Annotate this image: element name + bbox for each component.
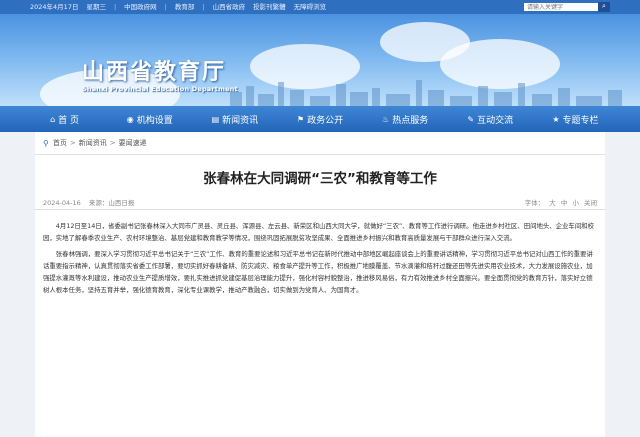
home-icon: ⌂ xyxy=(50,114,56,124)
city-skyline-icon xyxy=(230,80,622,106)
nav-interaction[interactable]: ✎ 互动交流 xyxy=(448,106,533,132)
article-container: ⚲ 首页 > 新闻资讯 > 要闻速递 张春林在大同调研“三农”和教育等工作 20… xyxy=(35,132,605,437)
pencil-icon: ✎ xyxy=(467,114,475,124)
organization-icon: ◉ xyxy=(126,114,134,124)
search-box: ⌕ xyxy=(524,0,610,14)
nav-label: 热点服务 xyxy=(392,115,429,126)
divider: | xyxy=(164,3,167,11)
article-body: 4月12日至14日，省委副书记张春林深入大同市广灵县、灵丘县、浑源县、左云县、新… xyxy=(35,210,605,296)
link-shanxi-gov[interactable]: 山西省政府 xyxy=(213,0,246,14)
breadcrumb-separator: > xyxy=(69,139,76,147)
hot-service-icon: ♨ xyxy=(382,114,390,124)
link-gov-cn[interactable]: 中国政府网 xyxy=(124,0,157,14)
breadcrumb-home[interactable]: 首页 xyxy=(53,138,67,148)
site-title: 山西省教育厅 xyxy=(82,59,227,85)
breadcrumb-separator: > xyxy=(109,139,116,147)
nav-news[interactable]: ▤ 新闻资讯 xyxy=(192,106,277,132)
nav-label: 新闻资讯 xyxy=(222,115,259,126)
nav-home[interactable]: ⌂ 首 页 xyxy=(22,106,107,132)
nav-organization[interactable]: ◉ 机构设置 xyxy=(107,106,192,132)
divider: | xyxy=(202,3,205,11)
nav-label: 首 页 xyxy=(58,115,80,126)
search-button[interactable]: ⌕ xyxy=(598,2,610,12)
breadcrumb-news[interactable]: 新闻资讯 xyxy=(79,138,107,148)
top-utility-bar: 2024年4月17日 星期三 | 中国政府网 | 教育部 | 山西省政府 投影刊… xyxy=(0,0,640,14)
current-date: 2024年4月17日 xyxy=(30,3,79,11)
article-meta: 2024-04-16 来源：山西日报 字体： 大 中 小 关闭 xyxy=(35,197,605,210)
close-button[interactable]: 关闭 xyxy=(584,199,597,207)
breadcrumb: ⚲ 首页 > 新闻资讯 > 要闻速递 xyxy=(35,132,605,155)
search-input[interactable] xyxy=(524,3,598,11)
location-pin-icon: ⚲ xyxy=(43,138,49,148)
link-traditional[interactable]: 投影刊繁體 xyxy=(253,0,286,14)
header-banner: 山西省教育厅 Shanxi Provincial Education Depar… xyxy=(0,14,640,106)
nav-label: 政务公开 xyxy=(307,115,344,126)
article-title: 张春林在大同调研“三农”和教育等工作 xyxy=(203,171,437,187)
font-small-button[interactable]: 小 xyxy=(572,199,579,207)
link-moe[interactable]: 教育部 xyxy=(175,0,195,14)
current-weekday: 星期三 xyxy=(86,3,106,11)
link-accessibility[interactable]: 无障碍浏览 xyxy=(294,0,327,14)
main-nav: ⌂ 首 页 ◉ 机构设置 ▤ 新闻资讯 ⚑ 政务公开 ♨ 热点服务 ✎ 互动交流… xyxy=(0,106,640,132)
font-large-button[interactable]: 大 xyxy=(549,199,556,207)
article-date: 2024-04-16 xyxy=(43,199,81,207)
nav-hot-services[interactable]: ♨ 热点服务 xyxy=(363,106,448,132)
font-medium-button[interactable]: 中 xyxy=(561,199,568,207)
divider: | xyxy=(113,3,117,11)
breadcrumb-headlines[interactable]: 要闻速递 xyxy=(119,138,147,148)
nav-government-affairs[interactable]: ⚑ 政务公开 xyxy=(277,106,362,132)
star-icon: ★ xyxy=(552,114,560,124)
news-icon: ▤ xyxy=(211,114,220,124)
nav-special-topics[interactable]: ★ 专题专栏 xyxy=(533,106,618,132)
flag-icon: ⚑ xyxy=(296,114,305,124)
font-size-label: 字体： xyxy=(524,199,545,207)
site-subtitle: Shanxi Provincial Education Department xyxy=(82,85,238,93)
article-paragraph: 4月12日至14日，省委副书记张春林深入大同市广灵县、灵丘县、浑源县、左云县、新… xyxy=(43,222,594,242)
nav-label: 机构设置 xyxy=(136,115,173,126)
source-label: 来源： xyxy=(88,199,109,207)
nav-label: 专题专栏 xyxy=(562,115,599,126)
article-paragraph: 张春林强调，要深入学习贯彻习近平总书记关于“三农”工作、教育的重要论述和习近平总… xyxy=(43,250,593,294)
nav-label: 互动交流 xyxy=(477,115,514,126)
article-source: 山西日报 xyxy=(108,199,135,207)
